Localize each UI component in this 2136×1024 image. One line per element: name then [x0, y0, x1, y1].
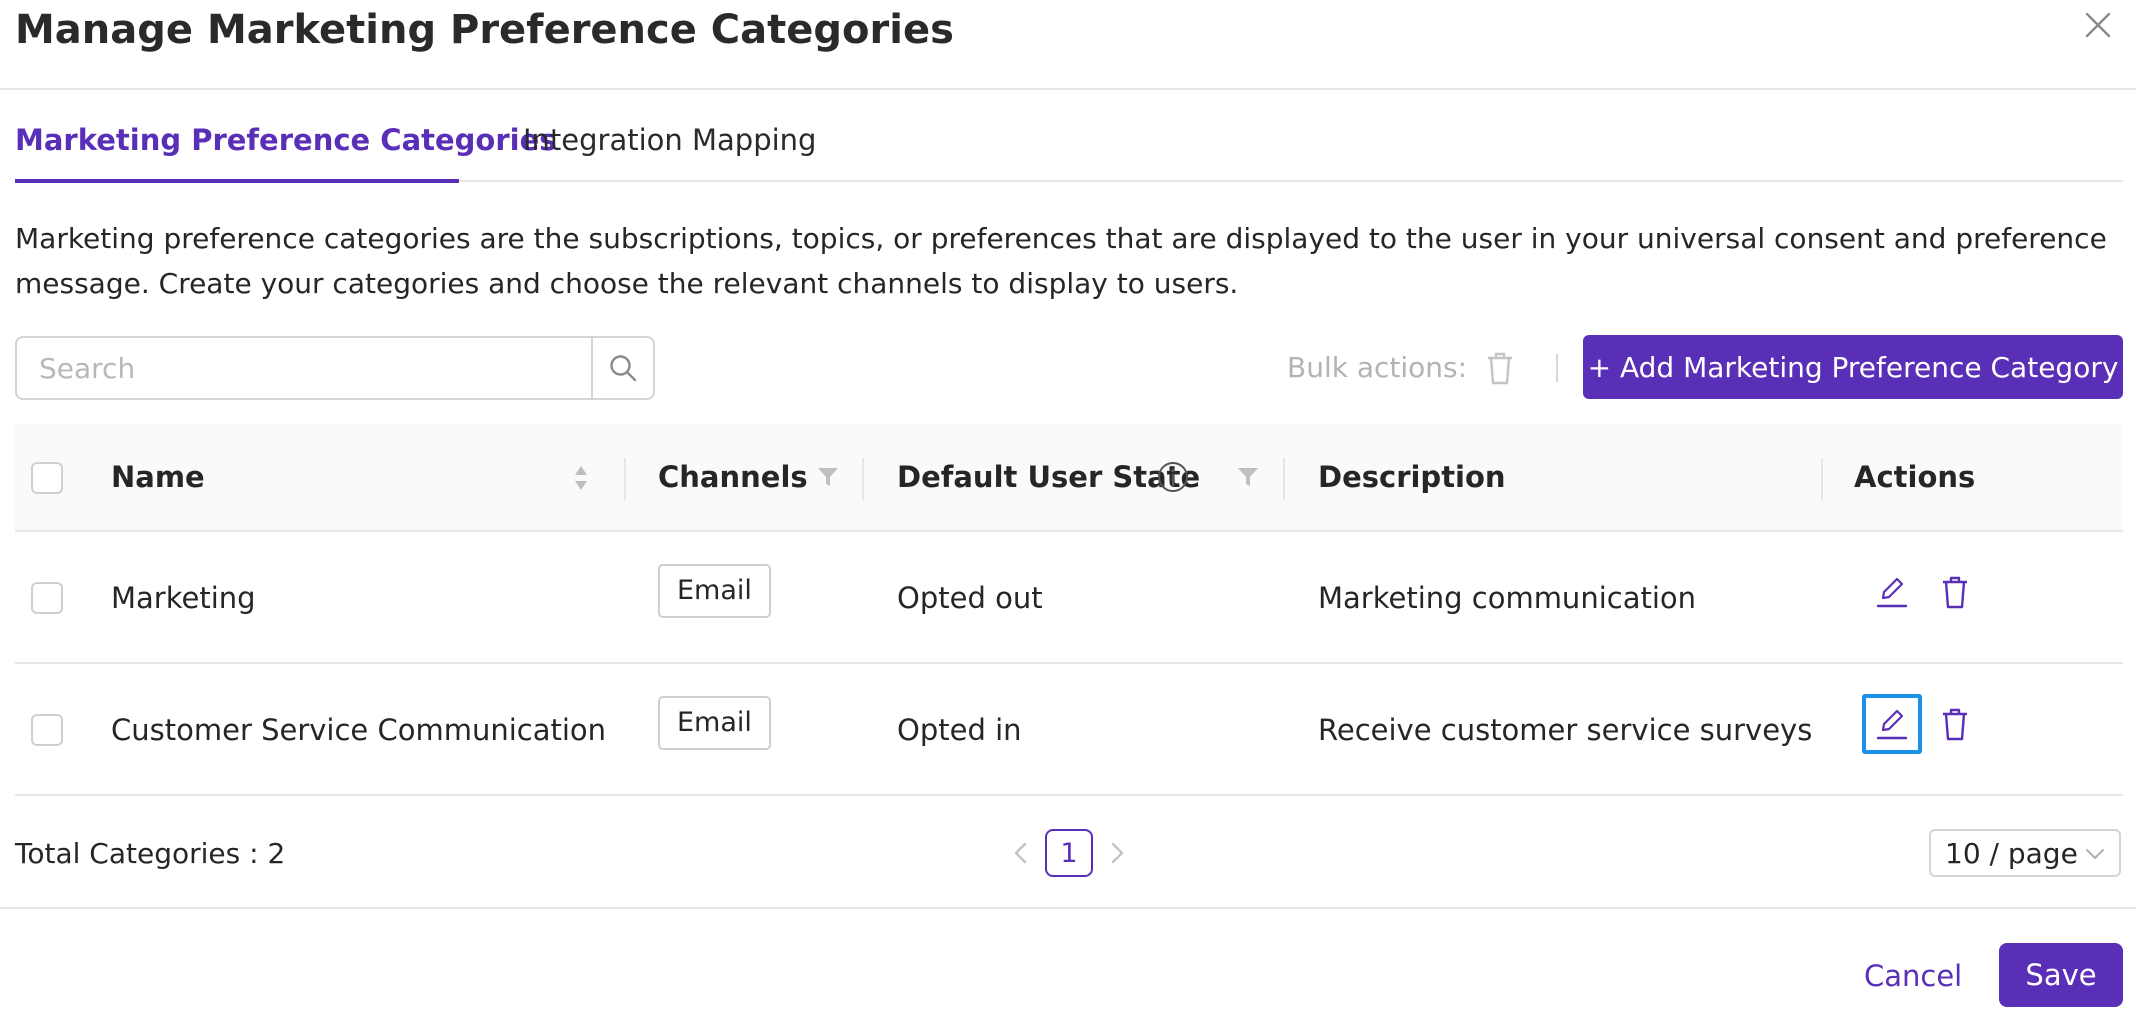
footer-divider — [0, 907, 2136, 909]
tab-bar: Marketing Preference Categories Integrat… — [15, 92, 2123, 183]
bulk-delete-trash-icon[interactable] — [1485, 350, 1515, 386]
trash-icon — [1943, 576, 1967, 609]
active-tab-indicator — [15, 179, 459, 183]
column-divider — [862, 458, 864, 500]
close-icon[interactable] — [2083, 10, 2113, 40]
edit-icon — [1876, 709, 1908, 740]
filter-icon[interactable] — [1236, 464, 1260, 490]
chevron-down-icon — [2086, 849, 2104, 859]
default-user-state: Opted out — [897, 581, 1043, 615]
edit-button[interactable] — [1874, 706, 1910, 742]
search-input[interactable] — [17, 338, 591, 398]
column-divider — [1821, 458, 1823, 500]
column-divider — [1283, 458, 1285, 500]
info-icon[interactable] — [1156, 460, 1190, 494]
delete-button[interactable] — [1937, 706, 1973, 742]
category-description: Receive customer service surveys — [1318, 713, 1813, 747]
category-name: Marketing — [111, 581, 256, 615]
default-user-state: Opted in — [897, 713, 1022, 747]
table-row: Customer Service Communication Email Opt… — [15, 664, 2123, 796]
edit-button[interactable] — [1874, 574, 1910, 610]
dialog-title: Manage Marketing Preference Categories — [15, 7, 954, 53]
channel-tag: Email — [658, 564, 771, 618]
tab-marketing-preference-categories[interactable]: Marketing Preference Categories — [15, 120, 557, 160]
column-header-description: Description — [1318, 460, 1506, 494]
trash-icon — [1943, 708, 1967, 741]
column-header-channels: Channels — [658, 460, 808, 494]
tab-integration-mapping[interactable]: Integration Mapping — [523, 120, 816, 160]
row-checkbox[interactable] — [31, 714, 63, 746]
search-button[interactable] — [591, 338, 653, 398]
total-categories: Total Categories : 2 — [15, 837, 286, 870]
page-size-value: 10 / page — [1945, 836, 2078, 870]
search-icon — [610, 355, 637, 382]
table-row: Marketing Email Opted out Marketing comm… — [15, 532, 2123, 664]
column-header-name[interactable]: Name — [111, 456, 205, 498]
chevron-left-icon[interactable] — [1006, 838, 1036, 868]
toolbar-divider — [1556, 354, 1558, 382]
filter-icon[interactable] — [816, 464, 840, 490]
sort-icon[interactable] — [571, 462, 591, 494]
page-size-select[interactable]: 10 / page — [1929, 829, 2121, 877]
dialog-header: Manage Marketing Preference Categories — [0, 0, 2136, 90]
bulk-actions-label: Bulk actions: — [1287, 351, 1468, 384]
edit-icon — [1876, 577, 1908, 608]
channel-tag: Email — [658, 696, 771, 750]
search-box — [15, 336, 655, 400]
add-marketing-preference-category-button[interactable]: + Add Marketing Preference Category — [1583, 335, 2123, 399]
column-header-default-user-state: Default User State — [897, 460, 1201, 494]
category-name: Customer Service Communication — [111, 713, 607, 747]
table-header: Name Channels Default User State Descrip… — [15, 424, 2123, 532]
page-number-button[interactable]: 1 — [1045, 829, 1093, 877]
column-header-actions: Actions — [1854, 460, 1976, 494]
manage-categories-dialog: Manage Marketing Preference Categories M… — [0, 0, 2136, 1024]
column-divider — [624, 458, 626, 500]
delete-button[interactable] — [1937, 574, 1973, 610]
cancel-button[interactable]: Cancel — [1864, 956, 1962, 996]
select-all-checkbox[interactable] — [31, 462, 63, 494]
row-checkbox[interactable] — [31, 582, 63, 614]
category-description: Marketing communication — [1318, 581, 1697, 615]
intro-description: Marketing preference categories are the … — [15, 222, 2107, 300]
chevron-right-icon[interactable] — [1102, 838, 1132, 868]
save-button[interactable]: Save — [1999, 943, 2123, 1007]
